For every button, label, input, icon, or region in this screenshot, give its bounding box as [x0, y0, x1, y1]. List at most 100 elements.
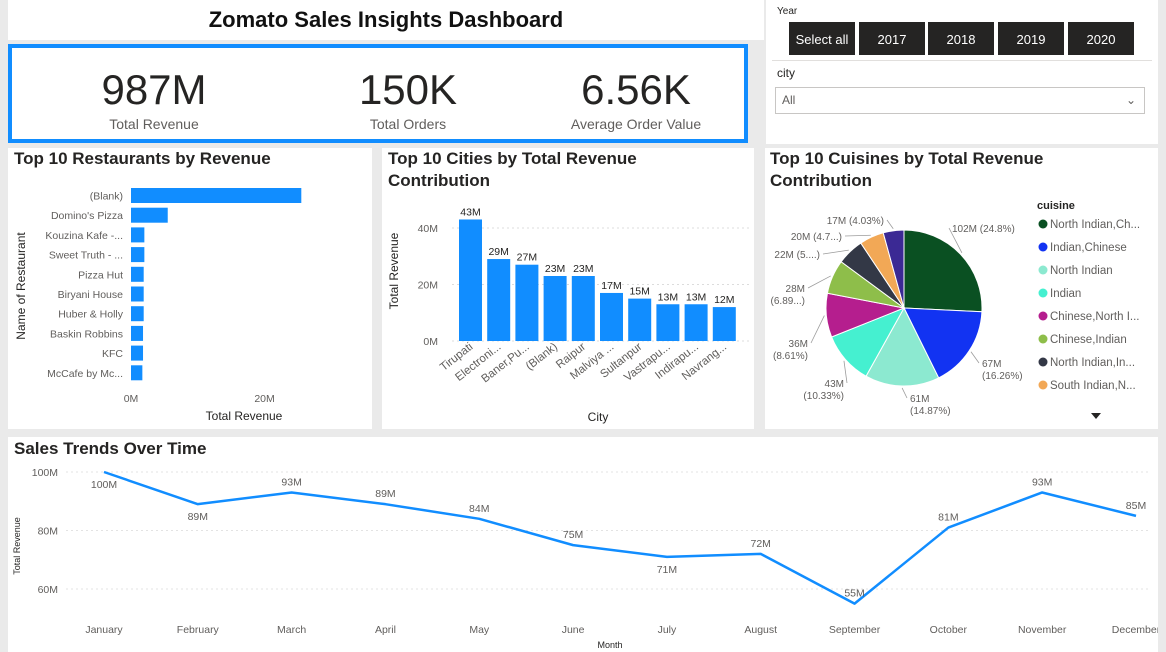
year-button-2020[interactable]: 2020 — [1067, 21, 1135, 56]
y-tick-label: 60M — [38, 584, 58, 596]
data-label: 71M — [657, 564, 677, 576]
leader-line — [822, 249, 849, 255]
x-tick-label: (Blank) — [524, 341, 560, 373]
y-axis-title: Total Revenue — [12, 517, 22, 575]
kpi-value: 150K — [358, 66, 458, 113]
x-axis-title: Month — [597, 640, 622, 650]
data-label: 17M (4.03%) — [827, 216, 884, 227]
bar — [131, 266, 144, 282]
data-label: 72M — [751, 538, 771, 550]
legend-marker — [1038, 265, 1048, 275]
x-tick-label: September — [829, 624, 881, 636]
x-tick-label: January — [85, 624, 123, 636]
data-label: 93M — [281, 476, 301, 488]
kpi-label: Total Revenue — [109, 116, 199, 132]
data-label: 75M — [563, 529, 583, 541]
y-axis-title: Total Revenue — [387, 232, 401, 309]
legend-marker — [1038, 357, 1048, 367]
kpi-panel: 987M Total Revenue 150K Total Orders 6.5… — [8, 44, 748, 143]
series-line — [103, 470, 1137, 605]
chevron-down-icon: ⌄ — [1125, 93, 1136, 107]
legend-marker — [1038, 219, 1048, 229]
leader-line — [970, 351, 980, 364]
bar — [459, 219, 482, 341]
year-button-select-all[interactable]: Select all — [788, 21, 856, 56]
bar — [131, 365, 143, 381]
data-label: 89M — [188, 511, 208, 523]
bar — [684, 304, 708, 341]
city-dropdown[interactable]: All ⌄ — [775, 87, 1145, 114]
year-button-2018[interactable]: 2018 — [927, 21, 995, 56]
leader-line — [901, 387, 908, 399]
y-tick-label: Biryani House — [58, 289, 124, 301]
trend-line-chart: 60M 80M 100M 100M January 89M February 93M March… — [12, 467, 1158, 650]
data-label: 27M — [517, 252, 537, 264]
data-label: 17M — [601, 280, 621, 292]
x-axis-title: City — [588, 410, 609, 424]
restaurants-chart-panel: Top 10 Restaurants by Revenue (Blank) Dom… — [8, 148, 372, 429]
y-tick-label: Huber & Holly — [58, 309, 124, 321]
data-label: 20M (4.7...) — [791, 232, 842, 243]
y-tick-label: (Blank) — [90, 191, 123, 203]
data-label: 13M — [658, 291, 678, 303]
data-label: 43M — [825, 379, 844, 390]
y-tick-label: Baskin Robbins — [50, 328, 123, 340]
legend-label: Indian — [1050, 288, 1081, 300]
bar — [131, 207, 168, 223]
year-button-2017[interactable]: 2017 — [858, 21, 926, 56]
trend-chart-panel: Sales Trends Over Time 60M 80M 100M 100M Jan… — [8, 437, 1158, 652]
y-tick-label: 20M — [418, 279, 438, 291]
data-label: 93M — [1032, 476, 1052, 488]
data-label: 29M — [488, 246, 508, 258]
data-label: 85M — [1126, 500, 1146, 512]
data-label: 28M — [786, 284, 805, 295]
restaurants-bar-chart: (Blank) Domino's Pizza Kouzina Kafe -... Sw… — [14, 188, 302, 423]
y-tick-label: 80M — [38, 526, 58, 538]
legend-label: Chinese,Indian — [1050, 334, 1127, 346]
data-label: 84M — [469, 503, 489, 515]
data-label: 23M — [573, 263, 593, 275]
y-tick-label: McCafe by Mc... — [47, 368, 123, 380]
bar — [600, 292, 623, 341]
bar — [131, 247, 145, 263]
y-tick-label: Sweet Truth - ... — [49, 250, 123, 262]
legend-label: North Indian,In... — [1050, 357, 1135, 369]
kpi-label: Total Orders — [369, 116, 447, 132]
x-tick-label: February — [177, 624, 220, 636]
x-tick-label: November — [1018, 624, 1067, 636]
x-tick-label: March — [277, 624, 306, 636]
data-label: 102M (24.8%) — [952, 224, 1015, 235]
kpi-total-revenue: 987M Total Revenue — [34, 66, 274, 132]
legend-label: Chinese,North I... — [1050, 311, 1139, 323]
legend-marker — [1038, 288, 1048, 298]
bar — [131, 286, 144, 302]
leader-line — [844, 234, 871, 237]
bar — [628, 298, 652, 341]
bar — [487, 259, 511, 341]
year-button-2019[interactable]: 2019 — [997, 21, 1065, 56]
data-label: 55M — [844, 588, 864, 600]
legend-marker — [1038, 311, 1048, 321]
data-label: (16.26%) — [982, 371, 1023, 382]
bar — [131, 306, 144, 322]
y-tick-label: 100M — [32, 467, 58, 479]
bar — [712, 307, 736, 341]
bar — [131, 227, 145, 243]
kpi-average-order-value: 6.56K Average Order Value — [516, 66, 756, 132]
legend-marker — [1038, 380, 1048, 390]
y-tick-label: 40M — [418, 223, 438, 235]
data-label: 89M — [375, 488, 395, 500]
year-slicer-label: Year — [777, 6, 798, 17]
kpi-label: Average Order Value — [570, 116, 702, 132]
y-tick-label: Kouzina Kafe -... — [45, 230, 123, 242]
cuisines-chart-panel: Top 10 Cuisines by Total Revenue Contrib… — [765, 148, 1158, 429]
legend-more-icon — [1091, 413, 1101, 419]
x-tick-label: May — [469, 624, 490, 636]
leader-line — [886, 219, 894, 229]
dashboard-title: Zomato Sales Insights Dashboard — [208, 7, 564, 32]
cities-chart-panel: Top 10 Cities by Total Revenue Contribut… — [382, 148, 754, 429]
data-label: (6.89...) — [771, 296, 805, 307]
leader-line — [810, 315, 825, 344]
x-tick-label: August — [744, 624, 777, 636]
x-tick-label: December — [1112, 624, 1158, 636]
